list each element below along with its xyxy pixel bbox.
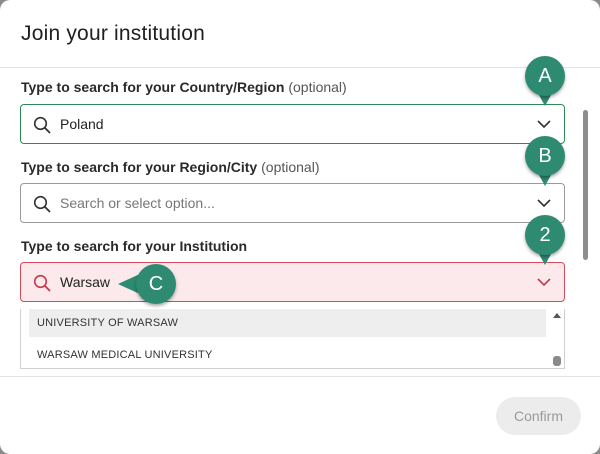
callout-b: B [525, 136, 565, 188]
institution-options-list: UNIVERSITY OF WARSAW WARSAW MEDICAL UNIV… [20, 309, 565, 369]
dialog-body: Type to search for your Country/Region (… [0, 68, 600, 376]
search-icon [33, 116, 51, 134]
region-label-text: Type to search for your Region/City [21, 159, 258, 175]
list-item[interactable]: UNIVERSITY OF WARSAW [29, 309, 546, 337]
institution-value: Warsaw [60, 274, 111, 290]
dialog-scrollbar[interactable] [583, 110, 588, 260]
region-placeholder: Search or select option... [60, 195, 215, 211]
join-institution-dialog: Join your institution Type to search for… [0, 0, 600, 454]
region-label: Type to search for your Region/City (opt… [21, 159, 320, 175]
chevron-down-icon[interactable] [536, 118, 552, 130]
callout-c-label: C [148, 273, 164, 295]
institution-label: Type to search for your Institution [21, 238, 248, 254]
callout-a-label: A [538, 65, 552, 87]
scrollbar-thumb[interactable] [553, 356, 561, 366]
callout-b-label: B [538, 145, 552, 167]
callout-2-label: 2 [539, 224, 551, 246]
options-scrollbar[interactable] [552, 309, 562, 368]
search-icon [33, 195, 51, 213]
chevron-down-icon[interactable] [536, 197, 552, 209]
region-select[interactable]: Search or select option... [20, 183, 565, 223]
confirm-button[interactable]: Confirm [496, 397, 581, 435]
country-label: Type to search for your Country/Region (… [21, 79, 347, 95]
chevron-down-icon[interactable] [536, 276, 552, 288]
dialog-title: Join your institution [21, 22, 205, 45]
dialog-header: Join your institution [0, 0, 600, 68]
country-label-text: Type to search for your Country/Region [21, 79, 285, 95]
scroll-up-icon[interactable] [553, 313, 561, 318]
callout-a: A [525, 56, 565, 108]
callout-2: 2 [525, 215, 565, 267]
country-optional-text: (optional) [288, 79, 347, 95]
region-optional-text: (optional) [261, 159, 320, 175]
list-item[interactable]: WARSAW MEDICAL UNIVERSITY [29, 341, 546, 368]
institution-select[interactable]: Warsaw [20, 262, 565, 302]
search-icon [33, 274, 51, 292]
callout-c: C [118, 264, 178, 304]
country-value: Poland [60, 116, 104, 132]
country-select[interactable]: Poland [20, 104, 565, 144]
